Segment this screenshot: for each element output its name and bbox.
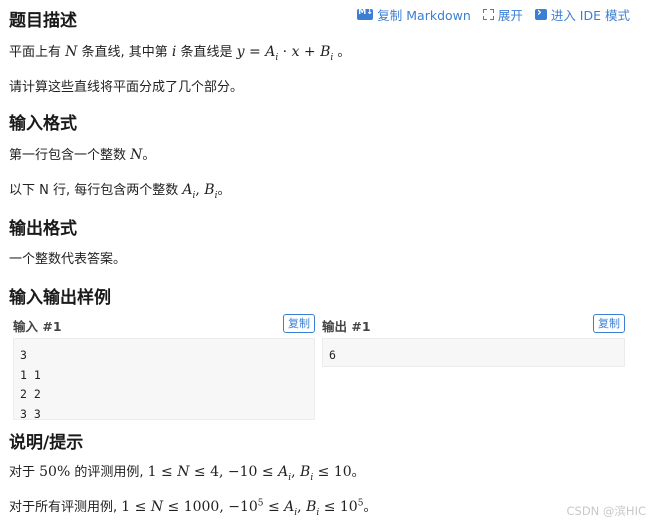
- sample-output-box[interactable]: 6: [322, 338, 625, 367]
- copy-markdown-label: 复制 Markdown: [377, 8, 471, 23]
- hint-heading: 说明/提示: [9, 433, 84, 453]
- description-line-2: 请计算这些直线将平面分成了几个部分。: [9, 80, 244, 95]
- copy-input-button[interactable]: 复制: [283, 314, 315, 333]
- markdown-icon: [357, 7, 374, 20]
- enter-ide-label: 进入 IDE 模式: [550, 8, 630, 23]
- input-format-line-2: 以下 N 行, 每行包含两个整数 Ai, Bi。: [9, 182, 231, 201]
- input-format-heading: 输入格式: [9, 114, 77, 134]
- sample-input-line: 3 3: [20, 406, 41, 421]
- problem-toolbar: 复制 Markdown 展开 进入 IDE 模式: [357, 5, 630, 24]
- sample-input-label: 输入 #1: [13, 319, 62, 334]
- csdn-watermark: CSDN @滨HIC: [566, 504, 646, 518]
- input-format-line-1: 第一行包含一个整数 N。: [9, 147, 156, 163]
- sample-input-line: 1 1: [20, 367, 41, 382]
- sample-output-line: 6: [329, 348, 336, 362]
- sample-output-label: 输出 #1: [322, 319, 371, 334]
- expand-button[interactable]: 展开: [482, 5, 523, 24]
- sample-input-box[interactable]: 3 1 1 2 2 3 3: [13, 338, 315, 421]
- sample-input-line: 3: [20, 348, 27, 362]
- expand-label: 展开: [497, 8, 523, 23]
- expand-icon: [482, 9, 494, 20]
- hint-line-1: 对于 50% 的评测用例, 1 ≤ N ≤ 4, −10 ≤ Ai, Bi ≤ …: [9, 464, 365, 483]
- enter-ide-button[interactable]: 进入 IDE 模式: [534, 5, 630, 24]
- math-n: N: [65, 44, 78, 60]
- samples-heading: 输入输出样例: [9, 288, 111, 308]
- sample-input-line: 2 2: [20, 387, 41, 401]
- terminal-icon: [534, 5, 547, 20]
- hint-line-2: 对于所有评测用例, 1 ≤ N ≤ 1000, −105 ≤ Ai, Bi ≤ …: [9, 498, 377, 518]
- output-format-line-1: 一个整数代表答案。: [9, 252, 127, 267]
- output-format-heading: 输出格式: [9, 219, 77, 239]
- description-line-1: 平面上有 N 条直线, 其中第 i 条直线是 y = Ai · x + Bi 。: [9, 44, 351, 63]
- copy-markdown-button[interactable]: 复制 Markdown: [357, 5, 471, 24]
- description-heading: 题目描述: [9, 11, 77, 31]
- copy-output-button[interactable]: 复制: [593, 314, 625, 333]
- math-line-equation: y = Ai · x + Bi: [236, 44, 334, 63]
